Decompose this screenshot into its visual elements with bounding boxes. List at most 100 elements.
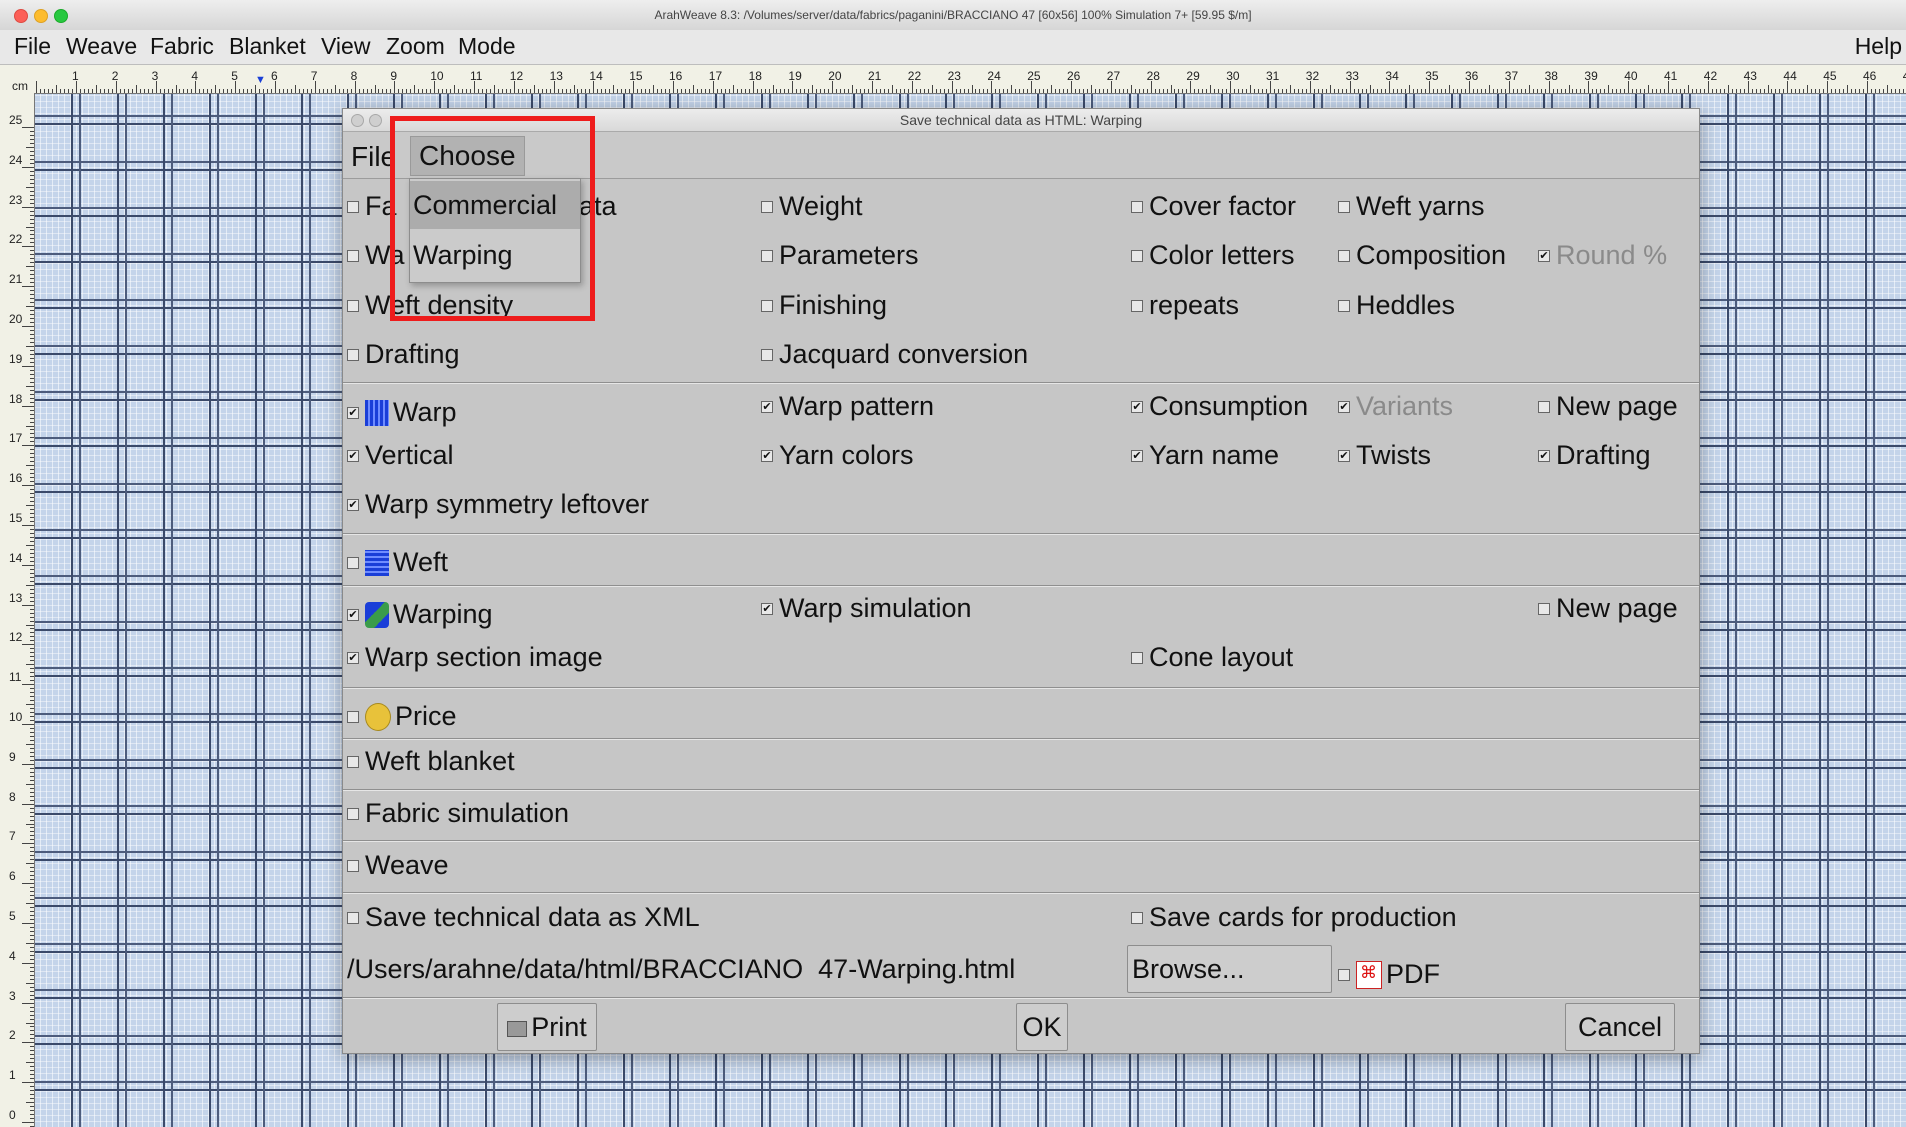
checkbox[interactable] [761,602,773,615]
option-pdf[interactable]: PDF [1338,959,1440,990]
checkbox[interactable] [347,608,359,621]
option-consumption[interactable]: Consumption [1131,391,1308,422]
checkbox[interactable] [761,299,773,312]
checkbox[interactable] [347,859,359,872]
option-yarn-name[interactable]: Yarn name [1131,440,1279,471]
menu-weave[interactable]: Weave [66,33,137,60]
checkbox[interactable] [347,651,359,664]
checkbox[interactable] [1131,651,1143,664]
checkbox[interactable] [347,449,359,462]
option-variants[interactable]: Variants [1338,391,1453,422]
option-warp[interactable]: Warp [347,397,457,428]
checkbox[interactable] [761,348,773,361]
option-round-percent[interactable]: Round % [1538,240,1667,271]
checkbox[interactable] [1538,400,1550,413]
print-button[interactable]: Print [497,1003,597,1051]
checkbox[interactable] [1131,299,1143,312]
checkbox[interactable] [1338,249,1350,262]
option-warp-section-image[interactable]: Warp section image [347,642,603,673]
checkbox[interactable] [1131,200,1143,213]
checkbox[interactable] [1338,400,1350,413]
option-fabric-data[interactable]: Fa [347,191,397,222]
option-drafting-warp[interactable]: Drafting [1538,440,1651,471]
cancel-button[interactable]: Cancel [1565,1003,1675,1051]
menu-mode[interactable]: Mode [458,33,516,60]
option-new-page-warping[interactable]: New page [1538,593,1678,624]
option-price[interactable]: Price [347,701,457,732]
option-cover-factor[interactable]: Cover factor [1131,191,1296,222]
menu-help[interactable]: Help [1855,33,1902,60]
checkbox[interactable] [1338,968,1350,981]
checkbox[interactable] [347,807,359,820]
option-warp-simulation[interactable]: Warp simulation [761,593,972,624]
option-warp-symmetry-leftover[interactable]: Warp symmetry leftover [347,489,649,520]
checkbox[interactable] [1131,911,1143,924]
option-yarn-colors[interactable]: Yarn colors [761,440,914,471]
checkbox[interactable] [1131,400,1143,413]
dialog-menu-file[interactable]: File [351,141,396,173]
checkbox[interactable] [347,348,359,361]
option-color-letters[interactable]: Color letters [1131,240,1295,271]
option-repeats[interactable]: repeats [1131,290,1239,321]
checkbox[interactable] [1338,200,1350,213]
option-twists[interactable]: Twists [1338,440,1431,471]
option-weft-density[interactable]: Weft density [347,290,513,321]
ruler-marker-icon[interactable]: ▼ [255,74,266,86]
option-composition[interactable]: Composition [1338,240,1506,271]
option-heddles[interactable]: Heddles [1338,290,1455,321]
option-warping[interactable]: Warping [347,599,493,630]
checkbox[interactable] [761,400,773,413]
checkbox[interactable] [1338,449,1350,462]
menu-item-commercial[interactable]: Commercial [410,181,580,229]
option-new-page[interactable]: New page [1538,391,1678,422]
option-save-cards[interactable]: Save cards for production [1131,902,1457,933]
checkbox[interactable] [347,249,359,262]
checkbox[interactable] [761,200,773,213]
option-weight[interactable]: Weight [761,191,863,222]
option-fabric-simulation[interactable]: Fabric simulation [347,798,569,829]
h-ruler-tick [1548,81,1550,93]
browse-button[interactable]: Browse... [1127,945,1332,993]
checkbox[interactable] [1538,249,1550,262]
dialog-menu-choose[interactable]: Choose [410,136,525,176]
option-parameters[interactable]: Parameters [761,240,919,271]
h-ruler-tick [211,89,213,93]
option-weave[interactable]: Weave [347,850,449,881]
ok-button[interactable]: OK [1016,1003,1068,1051]
checkbox[interactable] [1338,299,1350,312]
checkbox[interactable] [347,556,359,569]
option-jacquard-conversion[interactable]: Jacquard conversion [761,339,1028,370]
checkbox[interactable] [347,498,359,511]
menu-view[interactable]: View [321,33,370,60]
option-save-xml[interactable]: Save technical data as XML [347,902,700,933]
checkbox[interactable] [347,406,359,419]
output-path-field[interactable]: /Users/arahne/data/html/BRACCIANO 47-War… [347,954,1015,985]
option-finishing[interactable]: Finishing [761,290,887,321]
checkbox[interactable] [347,299,359,312]
option-weft-yarns[interactable]: Weft yarns [1338,191,1485,222]
checkbox[interactable] [347,710,359,723]
option-warp-density[interactable]: Wa [347,240,405,271]
menu-item-warping[interactable]: Warping [410,231,580,279]
checkbox[interactable] [1538,449,1550,462]
option-cone-layout[interactable]: Cone layout [1131,642,1293,673]
checkbox[interactable] [1131,449,1143,462]
menu-fabric[interactable]: Fabric [150,33,214,60]
option-drafting[interactable]: Drafting [347,339,460,370]
checkbox[interactable] [1538,602,1550,615]
checkbox[interactable] [1131,249,1143,262]
menu-blanket[interactable]: Blanket [229,33,306,60]
option-weft[interactable]: Weft [347,547,448,578]
checkbox[interactable] [347,911,359,924]
menu-zoom[interactable]: Zoom [386,33,445,60]
menu-file[interactable]: File [14,33,51,60]
checkbox[interactable] [347,200,359,213]
checkbox[interactable] [761,449,773,462]
option-weft-blanket[interactable]: Weft blanket [347,746,515,777]
checkbox[interactable] [761,249,773,262]
checkbox[interactable] [347,755,359,768]
h-ruler-tick [836,89,838,93]
option-warp-pattern[interactable]: Warp pattern [761,391,934,422]
v-ruler-tick [22,883,34,885]
option-vertical[interactable]: Vertical [347,440,454,471]
